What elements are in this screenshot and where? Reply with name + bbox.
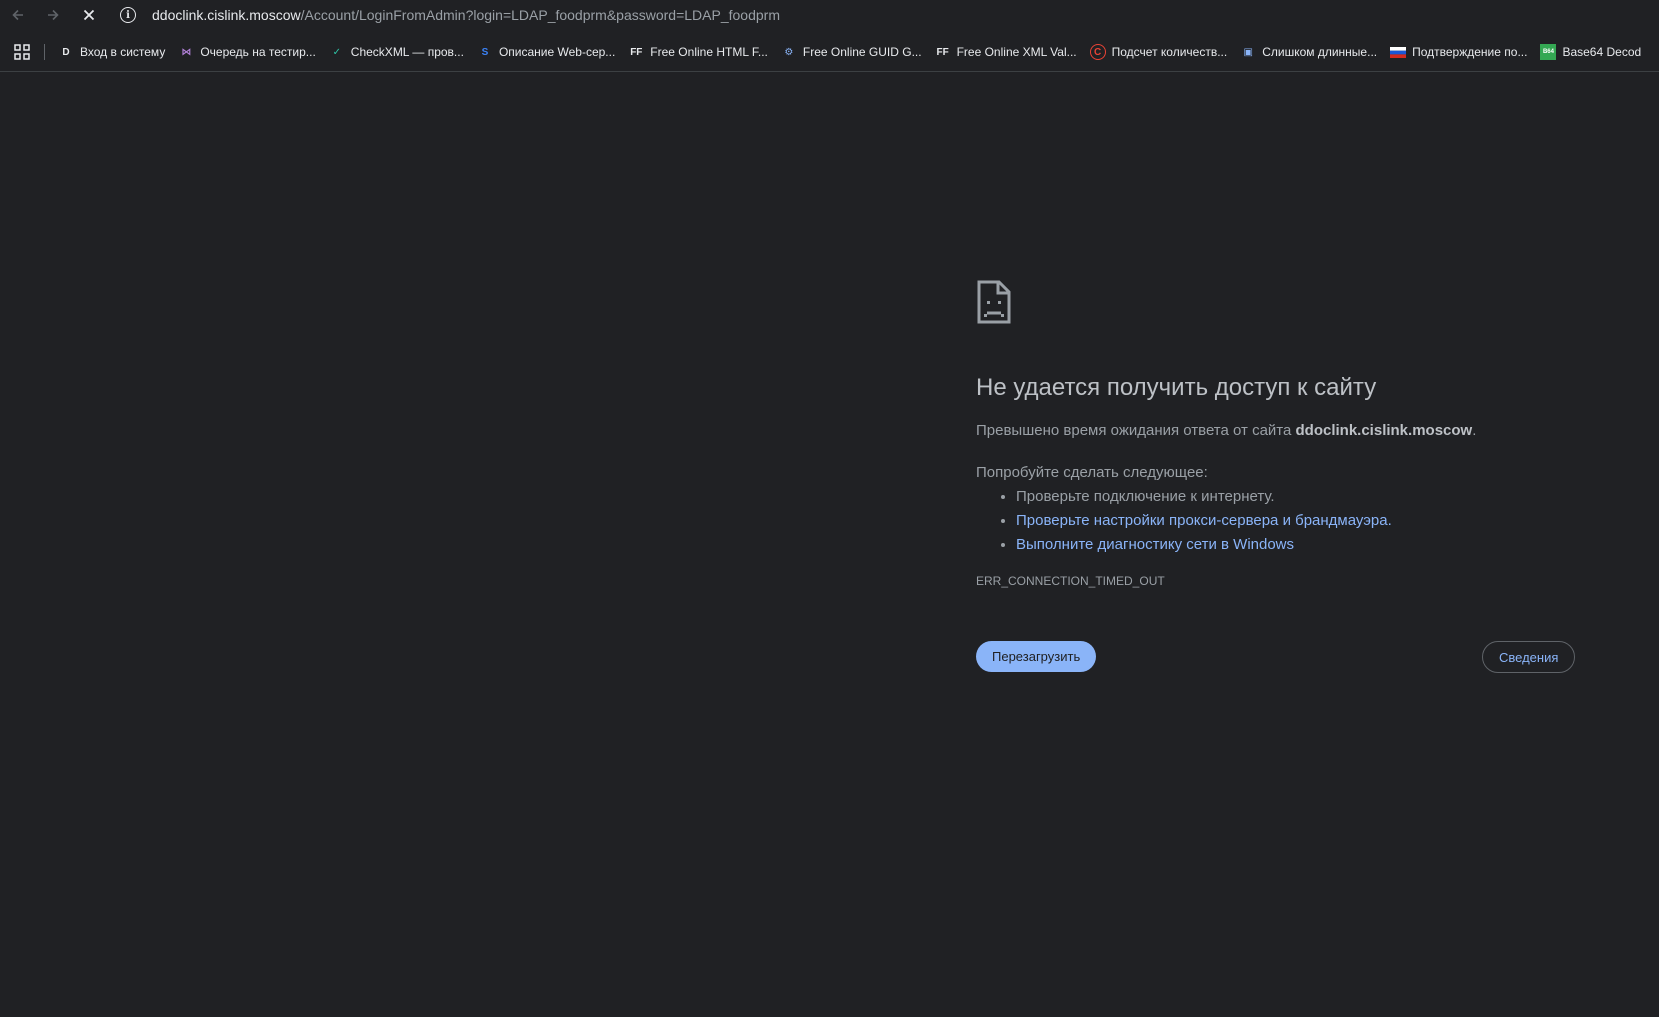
- bookmark-item[interactable]: Подтверждение по...: [1390, 38, 1527, 66]
- suggestion-text: Проверьте подключение к интернету.: [1016, 488, 1275, 505]
- address-bar[interactable]: i ddoclink.cislink.moscow/Account/LoginF…: [120, 3, 780, 27]
- bookmark-item[interactable]: ▣ Слишком длинные...: [1240, 38, 1377, 66]
- proxy-settings-link[interactable]: Проверьте настройки прокси-сервера и бра…: [1016, 512, 1392, 529]
- bookmark-item[interactable]: C Подсчет количеств...: [1089, 38, 1228, 66]
- error-title: Не удается получить доступ к сайту: [976, 374, 1377, 401]
- stop-loading-button[interactable]: [77, 3, 101, 27]
- suggestion-proxy: Проверьте настройки прокси-сервера и бра…: [1016, 509, 1596, 533]
- bookmark-item[interactable]: ✓ CheckXML — пров...: [329, 38, 464, 66]
- bookmark-label: Описание Web-сер...: [498, 45, 616, 59]
- error-panel: Не удается получить доступ к сайту Превы…: [976, 280, 1596, 588]
- error-description: Превышено время ожидания ответа от сайта…: [976, 421, 1596, 441]
- bookmark-label: Free Online HTML F...: [650, 45, 768, 59]
- suggestion-diagnostics: Выполните диагностику сети в Windows: [1016, 533, 1596, 557]
- bookmark-label: Free Online GUID G...: [802, 45, 922, 59]
- gears-icon: ⚙: [784, 46, 794, 58]
- suggestions-list: Проверьте подключение к интернету. Прове…: [976, 485, 1596, 557]
- close-icon: [83, 9, 95, 21]
- sad-page-icon: [977, 280, 1011, 324]
- info-icon[interactable]: i: [120, 7, 136, 23]
- visual-studio-icon: ⋈: [181, 46, 192, 58]
- bookmark-label: Очередь на тестир...: [200, 45, 316, 59]
- suggestion-check-connection: Проверьте подключение к интернету.: [1016, 485, 1596, 509]
- bookmark-label: CheckXML — пров...: [350, 45, 464, 59]
- forward-button[interactable]: [41, 3, 65, 27]
- bookmark-item[interactable]: FF Free Online HTML F...: [628, 38, 768, 66]
- arrow-left-icon: [12, 9, 23, 21]
- bookmark-label: Подтверждение по...: [1412, 45, 1528, 59]
- reload-button[interactable]: Перезагрузить: [976, 641, 1097, 672]
- ff-icon: FF: [936, 46, 949, 58]
- error-desc-suffix: .: [1472, 422, 1477, 439]
- bookmark-item[interactable]: FF Free Online XML Val...: [935, 38, 1077, 66]
- suggestions-title: Попробуйте сделать следующее:: [976, 464, 1208, 481]
- bookmarks-divider: [44, 44, 45, 60]
- monitor-icon: ▣: [1243, 46, 1253, 58]
- copyright-icon: C: [1089, 44, 1106, 60]
- bookmark-label: Подсчет количеств...: [1111, 45, 1228, 59]
- bookmark-item[interactable]: ⚙ Free Online GUID G...: [781, 38, 922, 66]
- bookmark-label: Вход в систему: [80, 45, 166, 59]
- bookmark-item[interactable]: B64 Base64 Decod: [1540, 38, 1641, 66]
- error-host: ddoclink.cislink.moscow: [1295, 422, 1473, 439]
- toolbar-separator: [0, 71, 1659, 72]
- bookmark-label: Free Online XML Val...: [956, 45, 1077, 59]
- russian-flag-icon: [1390, 44, 1407, 60]
- error-code: ERR_CONNECTION_TIMED_OUT: [976, 574, 1165, 588]
- b64-icon: B64: [1540, 44, 1557, 60]
- apps-grid-icon[interactable]: [14, 44, 30, 60]
- bookmarks-list: D Вход в систему ⋈ Очередь на тестир... ✓ Che…: [58, 38, 1654, 66]
- d-letter-icon: D: [62, 46, 70, 58]
- bookmark-label: Слишком длинные...: [1262, 45, 1378, 59]
- ff-icon: FF: [630, 46, 643, 58]
- web-service-icon: S: [481, 46, 489, 58]
- bookmark-item[interactable]: ⋈ Очередь на тестир...: [178, 38, 315, 66]
- url-path: /Account/LoginFromAdmin?login=LDAP_foodp…: [300, 7, 780, 23]
- bookmark-item[interactable]: S Описание Web-сер...: [477, 38, 616, 66]
- bookmark-label: Base64 Decod: [1562, 45, 1642, 59]
- error-desc-prefix: Превышено время ожидания ответа от сайта: [976, 422, 1296, 439]
- url-host: ddoclink.cislink.moscow: [152, 7, 301, 23]
- network-diagnostics-link[interactable]: Выполните диагностику сети в Windows: [1016, 536, 1294, 553]
- arrow-right-icon: [48, 9, 59, 21]
- browser-toolbar: i ddoclink.cislink.moscow/Account/LoginF…: [0, 0, 1659, 30]
- bookmark-item[interactable]: D Вход в систему: [58, 38, 165, 66]
- bookmarks-bar: D Вход в систему ⋈ Очередь на тестир... ✓ Che…: [0, 38, 1659, 66]
- details-button[interactable]: Сведения: [1482, 641, 1576, 673]
- checkxml-icon: ✓: [332, 46, 341, 58]
- back-button[interactable]: [6, 3, 30, 27]
